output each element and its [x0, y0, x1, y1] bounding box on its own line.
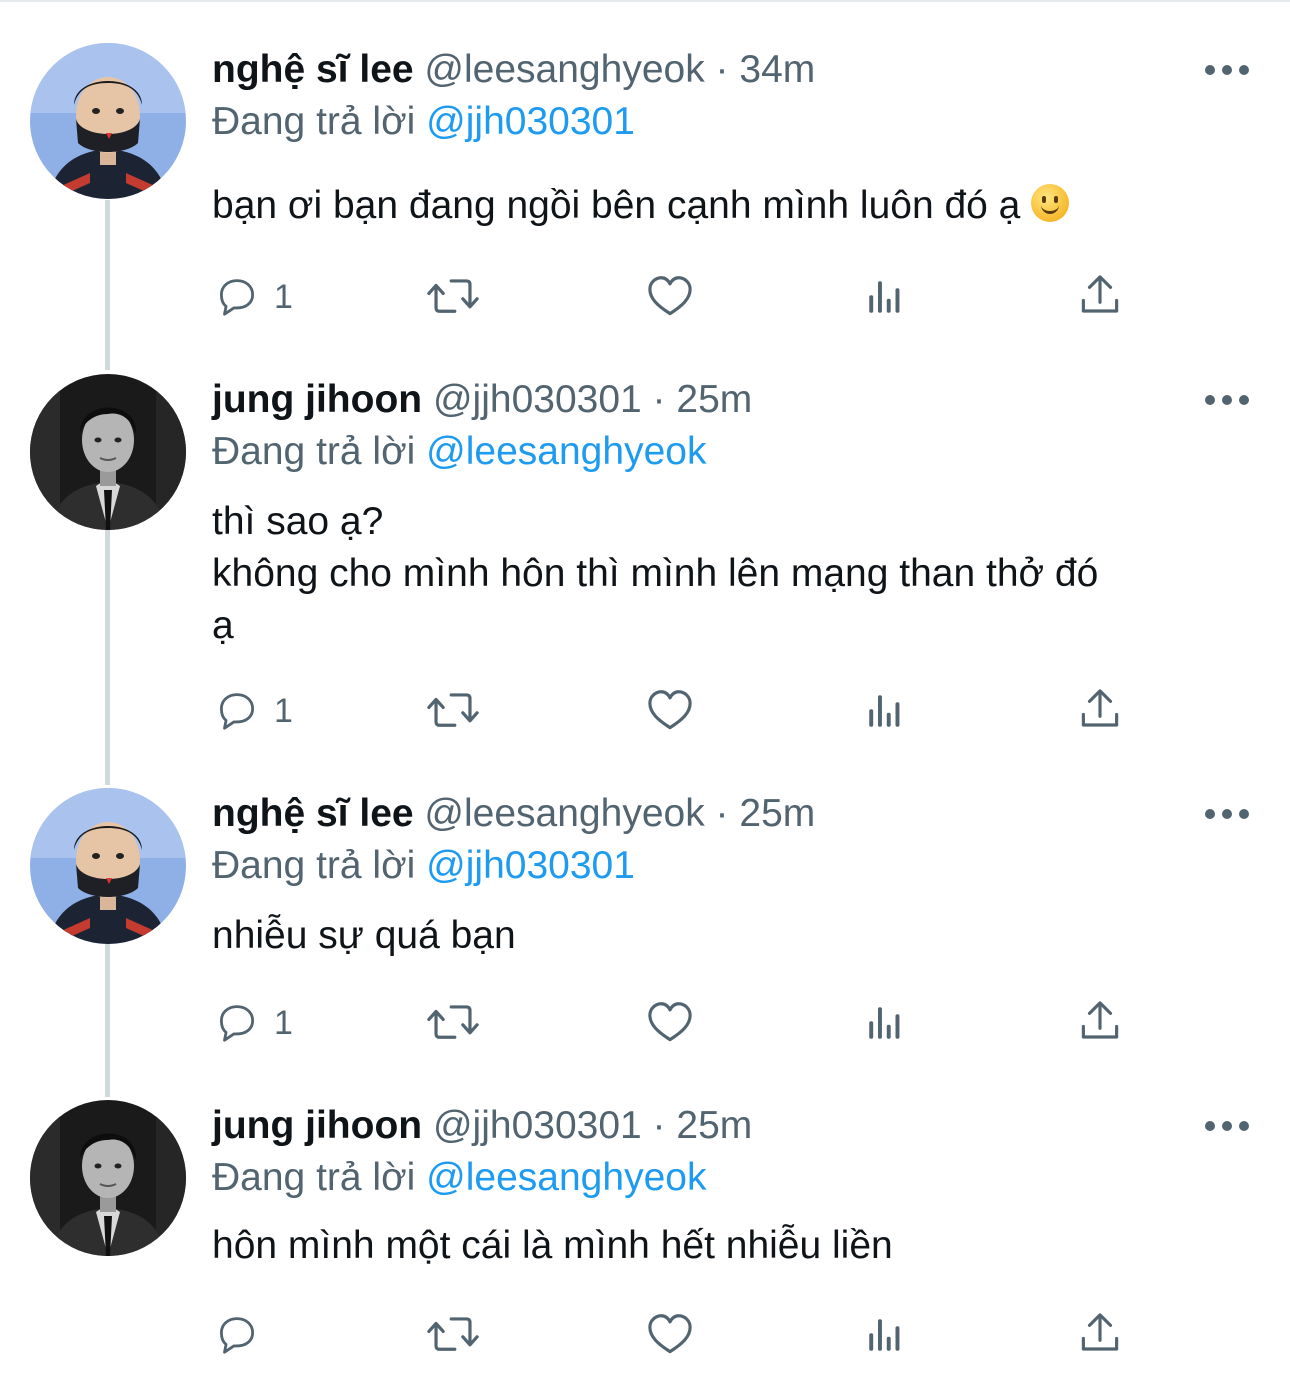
reply-count: 1 [274, 1003, 293, 1042]
replying-label: Đang trả lời [212, 1156, 416, 1199]
user-handle[interactable]: @jjh030301 [433, 378, 642, 421]
timestamp[interactable]: 25m [676, 1104, 752, 1147]
reply-button[interactable]: 1 [212, 686, 293, 736]
tweet-actions: 1 [212, 272, 1132, 322]
retweet-icon [427, 1005, 479, 1039]
separator: · [715, 48, 729, 91]
tweet-header: nghệ sĩ lee @leesanghyeok · 25m [212, 790, 815, 838]
separator: · [652, 1104, 666, 1147]
analytics-icon [869, 1007, 900, 1039]
share-icon [1081, 689, 1119, 727]
like-button[interactable] [642, 686, 698, 736]
more-icon[interactable] [1205, 807, 1249, 821]
replying-to: Đang trả lời @jjh030301 [212, 98, 635, 146]
analytics-icon [869, 695, 900, 727]
reply-icon [219, 1317, 255, 1354]
like-button[interactable] [642, 272, 698, 322]
retweet-icon [427, 693, 479, 727]
replying-to: Đang trả lời @jjh030301 [212, 842, 635, 890]
tweet-text-content: bạn ơi bạn đang ngồi bên cạnh mình luôn … [212, 184, 1021, 227]
thread-line [105, 530, 110, 785]
user-handle[interactable]: @leesanghyeok [424, 48, 704, 91]
reply-icon [219, 279, 255, 316]
top-divider [0, 0, 1290, 2]
timestamp[interactable]: 25m [676, 378, 752, 421]
replying-label: Đang trả lời [212, 430, 416, 473]
analytics-button[interactable] [857, 998, 913, 1048]
user-handle[interactable]: @jjh030301 [433, 1104, 642, 1147]
smiling-face-emoji-icon [1031, 184, 1070, 222]
retweet-button[interactable] [424, 1310, 482, 1360]
display-name[interactable]: jung jihoon [212, 1104, 422, 1147]
analytics-button[interactable] [857, 272, 913, 322]
reply-button[interactable] [212, 1310, 262, 1360]
user-handle[interactable]: @leesanghyeok [424, 792, 704, 835]
retweet-icon [427, 1317, 479, 1351]
analytics-icon [869, 1319, 900, 1351]
share-button[interactable] [1072, 1310, 1128, 1360]
share-button[interactable] [1072, 998, 1128, 1048]
retweet-button[interactable] [424, 686, 482, 736]
tweet-header: jung jihoon @jjh030301 · 25m [212, 1102, 752, 1150]
like-button[interactable] [642, 1310, 698, 1360]
share-icon [1081, 1001, 1119, 1039]
tweet-actions: 1 [212, 686, 1132, 736]
avatar[interactable] [30, 43, 186, 199]
mention-link[interactable]: @jjh030301 [426, 100, 635, 143]
tweet-text: nhiễu sự quá bạn [212, 914, 516, 957]
more-icon[interactable] [1205, 63, 1249, 77]
retweet-button[interactable] [424, 998, 482, 1048]
mention-link[interactable]: @jjh030301 [426, 844, 635, 887]
tweet-text: hôn mình một cái là mình hết nhiễu liền [212, 1224, 893, 1267]
like-button[interactable] [642, 998, 698, 1048]
analytics-button[interactable] [857, 686, 913, 736]
reply-count: 1 [274, 277, 293, 316]
avatar[interactable] [30, 1100, 186, 1256]
mention-link[interactable]: @leesanghyeok [426, 1156, 706, 1199]
separator: · [652, 378, 666, 421]
avatar[interactable] [30, 374, 186, 530]
reply-icon [219, 693, 255, 730]
tweet-header: jung jihoon @jjh030301 · 25m [212, 376, 752, 424]
replying-label: Đang trả lời [212, 844, 416, 887]
timestamp[interactable]: 25m [739, 792, 815, 835]
share-icon [1081, 1313, 1119, 1351]
more-icon[interactable] [1205, 1119, 1249, 1133]
retweet-icon [427, 279, 479, 313]
like-icon [648, 276, 692, 316]
tweet-text: thì sao ạ? không cho mình hôn thì mình l… [212, 500, 1099, 647]
tweet-actions [212, 1310, 1132, 1360]
analytics-icon [869, 281, 900, 313]
like-icon [648, 1002, 692, 1042]
display-name[interactable]: jung jihoon [212, 378, 422, 421]
reply-button[interactable]: 1 [212, 272, 293, 322]
display-name[interactable]: nghệ sĩ lee [212, 48, 414, 91]
separator: · [715, 792, 729, 835]
share-icon [1081, 275, 1119, 313]
share-button[interactable] [1072, 686, 1128, 736]
tweet-text: bạn ơi bạn đang ngồi bên cạnh mình luôn … [212, 180, 1242, 232]
reply-count: 1 [274, 691, 293, 730]
replying-to: Đang trả lời @leesanghyeok [212, 428, 706, 476]
share-button[interactable] [1072, 272, 1128, 322]
thread-line [105, 944, 110, 1097]
reply-icon [219, 1005, 255, 1042]
tweet-actions: 1 [212, 998, 1132, 1048]
retweet-button[interactable] [424, 272, 482, 322]
like-icon [648, 1314, 692, 1354]
avatar[interactable] [30, 788, 186, 944]
thread-line [105, 200, 110, 370]
display-name[interactable]: nghệ sĩ lee [212, 792, 414, 835]
replying-to: Đang trả lời @leesanghyeok [212, 1154, 706, 1202]
replying-label: Đang trả lời [212, 100, 416, 143]
tweet-header: nghệ sĩ lee @leesanghyeok · 34m [212, 46, 815, 94]
mention-link[interactable]: @leesanghyeok [426, 430, 706, 473]
reply-button[interactable]: 1 [212, 998, 293, 1048]
like-icon [648, 690, 692, 730]
timestamp[interactable]: 34m [739, 48, 815, 91]
more-icon[interactable] [1205, 393, 1249, 407]
analytics-button[interactable] [857, 1310, 913, 1360]
